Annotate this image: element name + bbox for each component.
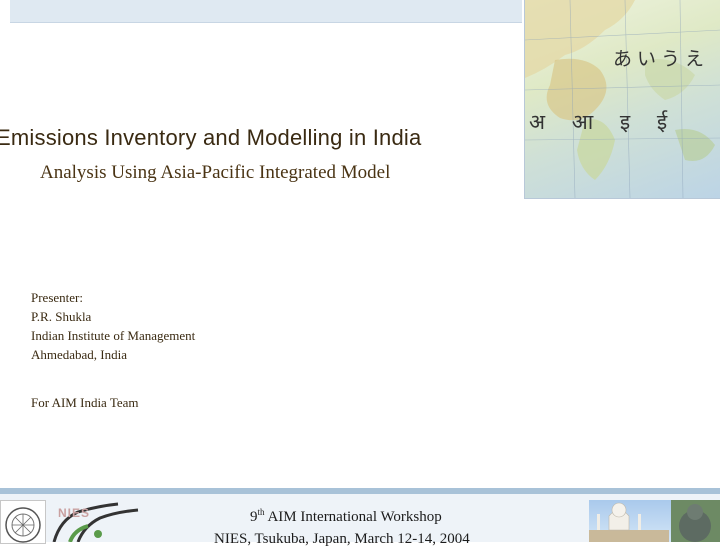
workshop-ordinal: 9 [250,509,258,525]
workshop-name: AIM International Workshop [267,509,442,525]
presenter-location: Ahmedabad, India [31,347,128,362]
slide-subtitle: Analysis Using Asia-Pacific Integrated M… [40,162,391,183]
workshop-title: 9th AIM International Workshop [250,507,442,526]
map-japanese-kana: あいうえ [613,48,710,70]
workshop-ordinal-suffix: th [257,507,265,517]
nies-logo: NIES [48,500,144,542]
slide-title: Emissions Inventory and Modelling in Ind… [0,125,422,150]
nies-logo-text: NIES [58,506,91,520]
workshop-venue: NIES, Tsukuba, Japan, March 12-14, 2004 [214,531,470,547]
top-header-band [10,0,522,23]
map-graphic [525,0,720,198]
presenter-block: Presenter: P.R. Shukla Indian Institute … [31,288,195,364]
presenter-institution: Indian Institute of Management [31,328,196,343]
team-credit: For AIM India Team [31,395,139,410]
landmark-photos [589,500,720,542]
map-devanagari-letters: अ आ इ ई [529,110,678,134]
presenter-name: P.R. Shukla [31,309,92,324]
asia-map-image: あいうえ अ आ इ ई [524,0,720,199]
iim-logo [0,500,46,544]
presenter-label: Presenter: [31,290,83,305]
